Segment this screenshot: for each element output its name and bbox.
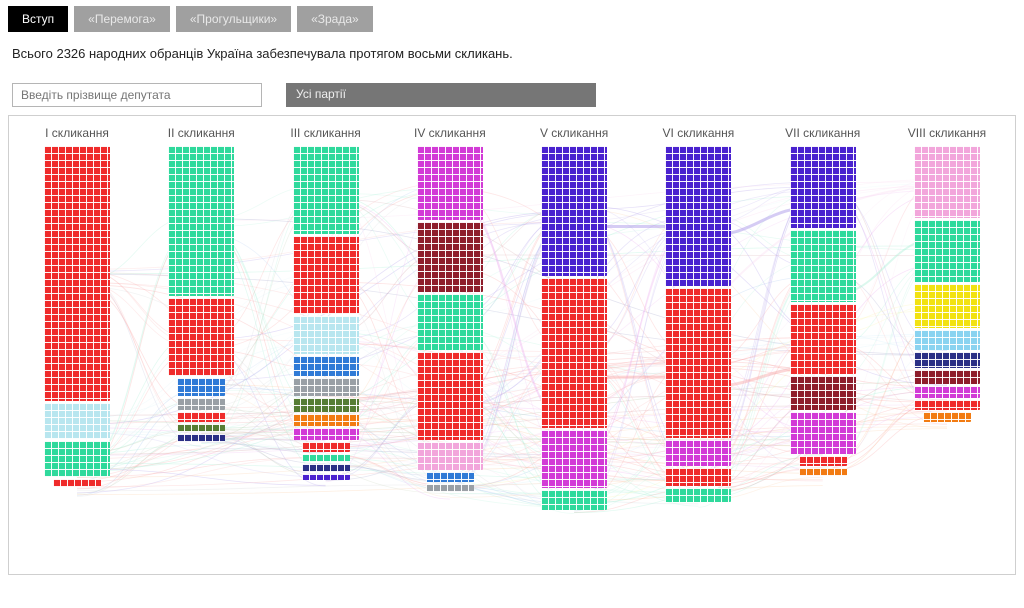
party-block[interactable] — [177, 424, 225, 432]
party-block[interactable] — [177, 434, 225, 442]
party-block[interactable] — [923, 412, 971, 422]
party-block[interactable] — [44, 403, 110, 439]
column-label: VII скликання — [785, 126, 860, 140]
column: IV скликання — [398, 126, 502, 564]
party-block[interactable] — [914, 146, 980, 218]
column: VIII скликання — [895, 126, 999, 564]
column-stack — [790, 146, 856, 476]
party-block[interactable] — [293, 146, 359, 234]
column-label: VIII скликання — [908, 126, 986, 140]
column: V скликання — [522, 126, 626, 564]
columns-container: I скликання II скликання III скликання IV с… — [9, 116, 1015, 574]
party-block[interactable] — [417, 294, 483, 350]
search-input[interactable] — [12, 83, 262, 107]
party-block[interactable] — [293, 428, 359, 440]
party-block[interactable] — [541, 430, 607, 488]
column-stack — [665, 146, 731, 502]
tab-peremoha[interactable]: «Перемога» — [74, 6, 170, 32]
party-block[interactable] — [44, 146, 110, 401]
party-block[interactable] — [541, 490, 607, 510]
party-block[interactable] — [790, 376, 856, 410]
column-stack — [168, 146, 234, 442]
party-block[interactable] — [417, 146, 483, 220]
party-block[interactable] — [302, 442, 350, 452]
column-stack — [417, 146, 483, 492]
column: VII скликання — [771, 126, 875, 564]
column: I скликання — [25, 126, 129, 564]
party-block[interactable] — [426, 484, 474, 492]
party-block[interactable] — [293, 414, 359, 426]
column-stack — [914, 146, 980, 422]
column-stack — [293, 146, 359, 480]
party-block[interactable] — [302, 454, 350, 462]
party-block[interactable] — [790, 146, 856, 228]
column-label: II скликання — [168, 126, 235, 140]
column-stack — [541, 146, 607, 510]
intro-text: Всього 2326 народних обранців Україна за… — [0, 36, 1024, 67]
party-block[interactable] — [914, 400, 980, 410]
column-label: IV скликання — [414, 126, 486, 140]
party-block[interactable] — [914, 220, 980, 282]
party-block[interactable] — [665, 288, 731, 438]
column-label: III скликання — [290, 126, 360, 140]
party-block[interactable] — [44, 441, 110, 477]
visualization: I скликання II скликання III скликання IV с… — [8, 115, 1016, 575]
tab-zrada[interactable]: «Зрада» — [297, 6, 373, 32]
party-block[interactable] — [293, 316, 359, 354]
column-label: I скликання — [45, 126, 109, 140]
party-block[interactable] — [168, 298, 234, 376]
party-block[interactable] — [302, 474, 350, 480]
party-block[interactable] — [168, 146, 234, 296]
party-block[interactable] — [665, 146, 731, 286]
party-block[interactable] — [417, 442, 483, 470]
party-block[interactable] — [914, 370, 980, 384]
tab-intro[interactable]: Вступ — [8, 6, 68, 32]
party-block[interactable] — [790, 230, 856, 302]
party-block[interactable] — [541, 278, 607, 428]
party-block[interactable] — [302, 464, 350, 472]
party-block[interactable] — [177, 412, 225, 422]
column-stack — [44, 146, 110, 487]
controls-row: Усі партії — [0, 67, 1024, 115]
party-block[interactable] — [799, 456, 847, 466]
column: VI скликання — [646, 126, 750, 564]
column-label: V скликання — [540, 126, 608, 140]
party-block[interactable] — [665, 440, 731, 466]
party-block[interactable] — [417, 222, 483, 292]
tabs-nav: Вступ «Перемога» «Прогульщики» «Зрада» — [0, 0, 1024, 36]
party-filter[interactable]: Усі партії — [286, 83, 596, 107]
party-block[interactable] — [417, 352, 483, 440]
party-block[interactable] — [177, 398, 225, 410]
column: II скликання — [149, 126, 253, 564]
party-block[interactable] — [426, 472, 474, 482]
column: III скликання — [274, 126, 378, 564]
party-block[interactable] — [293, 236, 359, 314]
column-label: VI скликання — [663, 126, 735, 140]
party-block[interactable] — [293, 398, 359, 412]
party-block[interactable] — [914, 284, 980, 328]
party-block[interactable] — [914, 352, 980, 368]
party-block[interactable] — [790, 304, 856, 374]
party-block[interactable] — [293, 378, 359, 396]
party-block[interactable] — [293, 356, 359, 376]
party-block[interactable] — [53, 479, 101, 487]
party-block[interactable] — [799, 468, 847, 476]
party-block[interactable] — [914, 386, 980, 398]
party-block[interactable] — [177, 378, 225, 396]
party-block[interactable] — [541, 146, 607, 276]
tab-prohulshchyky[interactable]: «Прогульщики» — [176, 6, 291, 32]
party-block[interactable] — [914, 330, 980, 350]
party-block[interactable] — [790, 412, 856, 454]
party-block[interactable] — [665, 488, 731, 502]
party-block[interactable] — [665, 468, 731, 486]
